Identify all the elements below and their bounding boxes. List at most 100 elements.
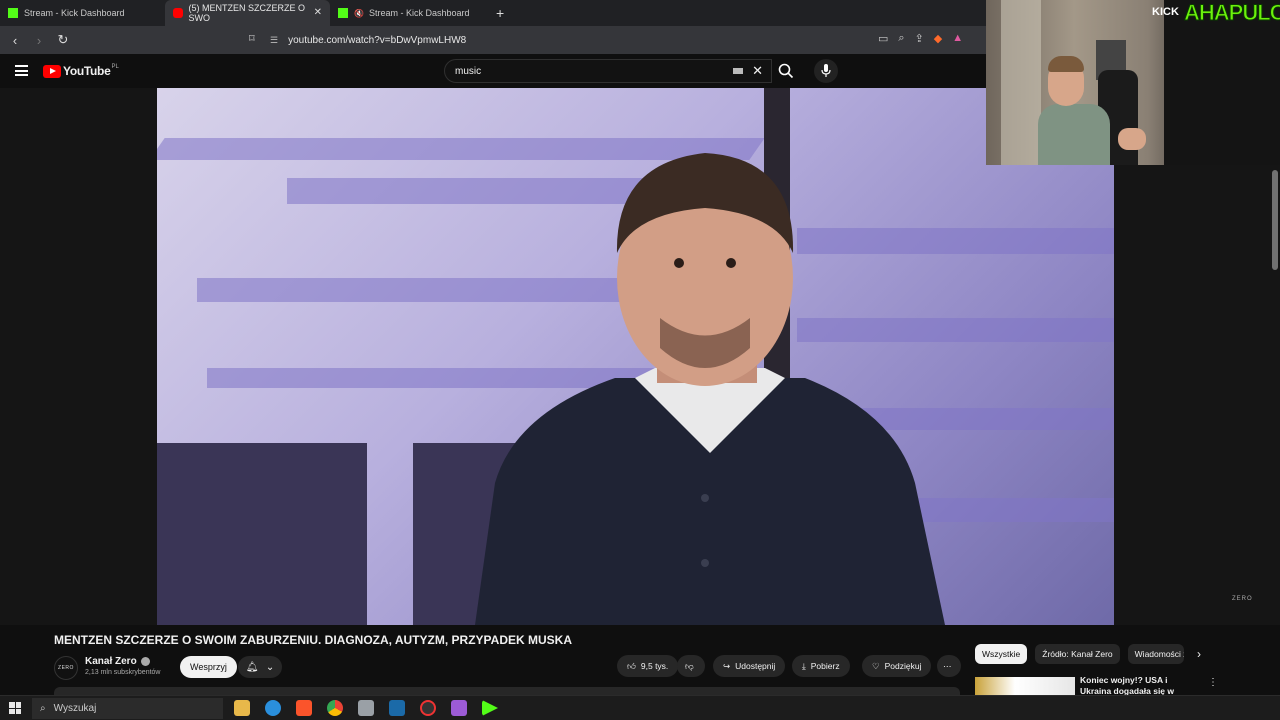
thanks-label: Podziękuj <box>884 661 922 671</box>
chat-app-icon[interactable] <box>451 700 467 716</box>
mute-icon: 🔇 <box>354 8 364 18</box>
video-area <box>0 88 1280 625</box>
logo-text: YouTube <box>63 64 111 78</box>
chevron-right-icon[interactable]: › <box>1197 647 1201 661</box>
video-watermark: ZERO <box>1232 596 1253 602</box>
brave-shield-icon[interactable]: ◆ <box>934 32 942 45</box>
chip-source-channel[interactable]: Źródło: Kanał Zero <box>1035 644 1120 664</box>
notifications-button[interactable]: 🔔︎ ⌄ <box>238 656 282 678</box>
tab-youtube-video[interactable]: (5) MENTZEN SZCZERZE O SWO ✕ <box>165 0 330 26</box>
page-scrollbar[interactable] <box>1272 170 1278 270</box>
taskbar-search[interactable]: ⌕ Wyszukaj <box>32 698 223 719</box>
edge-icon[interactable] <box>265 700 281 716</box>
voice-search-button[interactable] <box>814 59 838 83</box>
search-icon: ⌕ <box>40 703 46 714</box>
windows-taskbar: ⌕ Wyszukaj <box>0 695 1280 720</box>
kick-app-icon[interactable] <box>482 700 498 716</box>
chip-label: Źródło: Kanał Zero <box>1042 649 1113 659</box>
obs-icon[interactable] <box>420 700 436 716</box>
more-icon: ⋯ <box>943 660 952 671</box>
search-button[interactable] <box>772 59 800 83</box>
country-code: PL <box>111 64 119 70</box>
url-text: youtube.com/watch?v=bDwVpmwLHW8 <box>288 34 467 46</box>
tab-kick-dashboard-2[interactable]: 🔇 Stream - Kick Dashboard <box>330 0 490 26</box>
support-button[interactable]: Wesprzyj <box>180 656 237 678</box>
thanks-heart-icon: ♡ <box>872 660 880 671</box>
reload-icon[interactable]: ↻ <box>54 31 72 49</box>
zoom-icon[interactable]: ⌕ <box>898 32 904 45</box>
dislike-button[interactable]: 👎︎ <box>677 655 705 677</box>
speaker-figure <box>475 153 945 625</box>
microphone-icon <box>821 64 831 77</box>
youtube-icon <box>173 8 183 18</box>
new-tab-button[interactable]: + <box>496 5 504 21</box>
tab-label: Stream - Kick Dashboard <box>24 8 125 18</box>
chrome-icon[interactable] <box>327 700 343 716</box>
recommendation-thumbnail[interactable] <box>975 677 1075 695</box>
tab-kick-dashboard-1[interactable]: Stream - Kick Dashboard <box>0 0 165 26</box>
youtube-logo[interactable]: YouTube PL <box>43 64 119 78</box>
taskbar-apps <box>234 700 498 716</box>
more-actions-button[interactable]: ⋯ <box>937 655 961 677</box>
like-button[interactable]: 👍︎ 9,5 tys. <box>617 655 679 677</box>
chip-label: Wiadomości z <box>1134 649 1184 659</box>
download-icon: ⤓ <box>802 660 806 671</box>
recommendation-title[interactable]: Koniec wojny!? USA i Ukraina dogadała si… <box>1080 675 1190 695</box>
webcam-background-door <box>1001 0 1041 165</box>
clear-search-icon[interactable]: ✕ <box>752 63 763 79</box>
back-icon[interactable]: ‹ <box>6 31 24 49</box>
share-label: Udostępnij <box>735 661 776 671</box>
bell-icon: 🔔︎ <box>245 661 259 673</box>
share-arrow-icon: ↪ <box>723 660 731 671</box>
steam-icon[interactable] <box>389 700 405 716</box>
download-button[interactable]: ⤓ Pobierz <box>792 655 850 677</box>
share-button[interactable]: ↪ Udostępnij <box>713 655 786 677</box>
taskbar-search-placeholder: Wyszukaj <box>53 703 97 714</box>
youtube-play-icon <box>43 64 61 78</box>
channel-avatar[interactable]: ZERO <box>54 656 78 680</box>
filter-chips: Wszystkie Źródło: Kanał Zero Wiadomości … <box>975 644 1184 664</box>
menu-icon[interactable] <box>15 65 28 76</box>
brave-rewards-icon[interactable]: ▲ <box>952 32 963 45</box>
thumbs-down-icon: 👎︎ <box>685 660 694 671</box>
like-count: 9,5 tys. <box>640 661 669 671</box>
channel-name-row: Kanał Zero <box>85 656 150 667</box>
webcam-person-hand <box>1118 128 1146 150</box>
site-info-icon[interactable]: ☰ <box>270 35 278 46</box>
app-icon[interactable] <box>358 700 374 716</box>
kick-icon <box>338 8 348 18</box>
subscriber-count: 2,13 mln subskrybentów <box>85 669 161 676</box>
avatar-text: ZERO <box>58 665 74 671</box>
cast-icon[interactable]: ▭ <box>878 32 888 45</box>
kick-icon <box>8 8 18 18</box>
kick-overlay-text: KICK <box>1152 6 1179 18</box>
chevron-down-icon: ⌄ <box>265 661 275 673</box>
forward-icon[interactable]: › <box>30 31 48 49</box>
description-box[interactable] <box>54 687 960 695</box>
file-explorer-icon[interactable] <box>234 700 250 716</box>
address-bar-actions: ▭ ⌕ ⇪ ◆ ▲ <box>878 32 963 45</box>
keyboard-icon[interactable] <box>733 68 743 74</box>
channel-name[interactable]: Kanał Zero <box>85 656 137 667</box>
bookmark-icon[interactable]: ⌑ <box>249 32 255 45</box>
brand-overlay-logo: AHAPULCO <box>1184 0 1280 26</box>
windows-start-icon[interactable] <box>9 702 21 714</box>
thanks-button[interactable]: ♡ Podziękuj <box>862 655 932 677</box>
search-icon <box>778 63 794 79</box>
video-player[interactable] <box>157 88 1114 625</box>
brave-icon[interactable] <box>296 700 312 716</box>
close-tab-icon[interactable]: ✕ <box>314 7 322 18</box>
video-title: MENTZEN SZCZERZE O SWOIM ZABURZENIU. DIA… <box>54 633 572 647</box>
recommendation-menu-icon[interactable]: ⋮ <box>1208 677 1218 688</box>
thumbs-up-icon: 👍︎ <box>627 660 636 671</box>
video-info: MENTZEN SZCZERZE O SWOIM ZABURZENIU. DIA… <box>0 625 1280 695</box>
webcam-person-hair <box>1048 56 1084 72</box>
share-icon[interactable]: ⇪ <box>915 32 924 45</box>
chip-news[interactable]: Wiadomości z <box>1127 644 1184 664</box>
chip-all[interactable]: Wszystkie <box>975 644 1028 664</box>
search-input[interactable]: music ✕ <box>444 59 772 83</box>
download-label: Pobierz <box>810 661 840 671</box>
tab-label: (5) MENTZEN SZCZERZE O SWO <box>188 3 306 23</box>
chip-label: Wszystkie <box>982 649 1021 659</box>
tab-label: Stream - Kick Dashboard <box>368 8 470 18</box>
